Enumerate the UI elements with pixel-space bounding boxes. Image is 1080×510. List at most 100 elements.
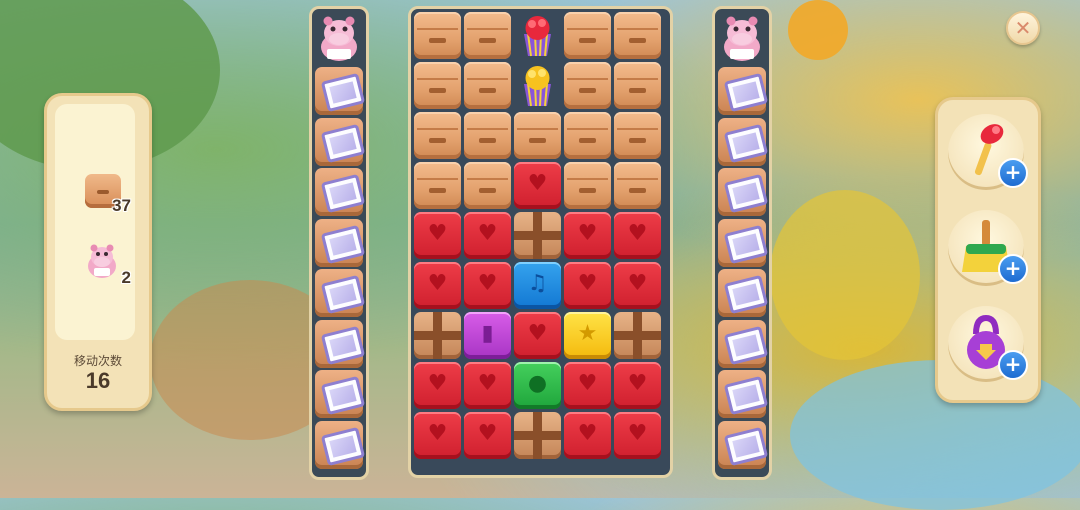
crate-plank (467, 128, 508, 130)
envelope-block-icon (320, 123, 366, 163)
wooden-crate-block[interactable] (564, 12, 611, 59)
envelope-block-icon (320, 426, 366, 466)
cupcake-item[interactable] (514, 12, 561, 59)
background-lamp (788, 0, 848, 60)
wooden-crate-block[interactable] (464, 162, 511, 209)
red-block[interactable]: ♥ (414, 212, 461, 259)
crate-handle (579, 138, 596, 143)
red-block[interactable]: ♥ (614, 412, 661, 459)
green-block[interactable]: ● (514, 362, 561, 409)
crate-plank (617, 178, 658, 180)
crate-plank (517, 128, 558, 130)
red-symbol-icon: ♥ (627, 271, 648, 296)
crate-handle (579, 88, 596, 93)
crate-plank (617, 128, 658, 130)
red-block[interactable]: ♥ (564, 212, 611, 259)
wooden-crate-block[interactable] (564, 162, 611, 209)
red-symbol-icon: ♥ (477, 421, 498, 446)
red-block[interactable]: ♥ (464, 362, 511, 409)
wooden-crate-block[interactable] (564, 112, 611, 159)
goals-list: 37 2 (55, 104, 135, 340)
envelope-crate-cell (315, 117, 366, 166)
hammer-booster-button[interactable]: + (948, 114, 1028, 190)
goal-hippo-count: 2 (121, 268, 131, 287)
red-block[interactable]: ♥ (564, 262, 611, 309)
wooden-crate-block[interactable] (614, 112, 661, 159)
crate-handle (579, 38, 596, 43)
red-block[interactable]: ♥ (414, 362, 461, 409)
red-block[interactable]: ♥ (414, 262, 461, 309)
envelope-block-icon (723, 375, 769, 416)
wooden-crate-block[interactable] (414, 62, 461, 109)
green-symbol-icon: ● (527, 371, 548, 396)
package-block[interactable] (514, 212, 561, 259)
wooden-crate-block[interactable] (514, 112, 561, 159)
goal-hippo: 2 (75, 238, 131, 288)
purple-block[interactable]: ▮ (464, 312, 511, 359)
package-block[interactable] (414, 312, 461, 359)
red-block[interactable]: ♥ (464, 262, 511, 309)
blue-block[interactable]: ♫ (514, 262, 561, 309)
red-block[interactable]: ♥ (414, 412, 461, 459)
moves-counter: 16 (85, 368, 111, 393)
red-symbol-icon: ♥ (427, 271, 448, 296)
blue-symbol-icon: ♫ (527, 271, 548, 296)
red-block[interactable]: ♥ (614, 262, 661, 309)
red-block[interactable]: ♥ (464, 212, 511, 259)
envelope-crate-cell (315, 67, 366, 115)
wooden-crate-block[interactable] (414, 112, 461, 159)
hippo-icon (321, 16, 357, 61)
crate-plank (567, 78, 608, 80)
wooden-crate-block[interactable] (614, 162, 661, 209)
red-symbol-icon: ♥ (577, 271, 598, 296)
envelope-crate-cell (718, 117, 769, 166)
red-block[interactable]: ♥ (464, 412, 511, 459)
close-button[interactable]: ✕ (1006, 11, 1040, 45)
wooden-crate-block[interactable] (564, 62, 611, 109)
red-symbol-icon: ♥ (527, 171, 548, 196)
wooden-crate-block[interactable] (614, 12, 661, 59)
envelope-crate-cell (718, 420, 769, 469)
red-block[interactable]: ♥ (514, 162, 561, 209)
red-symbol-icon: ♥ (577, 371, 598, 396)
wooden-crate-block[interactable] (464, 112, 511, 159)
add-broom-icon[interactable]: + (998, 254, 1028, 284)
envelope-crate-cell (315, 269, 366, 317)
envelope-crate-cell (718, 269, 769, 317)
red-block[interactable]: ♥ (564, 412, 611, 459)
wooden-crate-block[interactable] (414, 162, 461, 209)
crate-handle (479, 138, 496, 143)
red-symbol-icon: ♥ (627, 421, 648, 446)
kettlebell-booster-button[interactable]: + (948, 306, 1028, 382)
red-symbol-icon: ♥ (477, 371, 498, 396)
crate-handle (479, 88, 496, 93)
goal-crate: 37 (75, 166, 131, 216)
wooden-crate-block[interactable] (614, 62, 661, 109)
crate-plank (617, 78, 658, 80)
package-block[interactable] (514, 412, 561, 459)
crate-handle (479, 38, 496, 43)
add-kettlebell-icon[interactable]: + (998, 350, 1028, 380)
crate-plank (417, 178, 458, 180)
game-board[interactable]: ♥ ♥ ♥ ♥ ♥ ♥ ♥ ♫ ♥ ♥ ▮ ♥ ★ ♥ ♥ ● ♥ ♥ ♥ ♥ ♥ ♥ (408, 6, 673, 478)
red-block[interactable]: ♥ (614, 362, 661, 409)
envelope-block-icon (723, 274, 769, 315)
right-hippo-column (712, 6, 772, 480)
envelope-crate-cell (718, 319, 769, 368)
red-block[interactable]: ♥ (514, 312, 561, 359)
cupcake-item[interactable] (514, 62, 561, 109)
wooden-crate-block[interactable] (464, 12, 511, 59)
moves-label: 移动次数 (73, 354, 122, 368)
wooden-crate-block[interactable] (464, 62, 511, 109)
envelope-crate-cell (315, 319, 366, 368)
package-block[interactable] (614, 312, 661, 359)
crate-handle (479, 188, 496, 193)
crate-handle (629, 138, 646, 143)
envelope-crate-cell (718, 168, 769, 216)
wooden-crate-block[interactable] (414, 12, 461, 59)
red-block[interactable]: ♥ (614, 212, 661, 259)
add-hammer-icon[interactable]: + (998, 158, 1028, 188)
red-block[interactable]: ♥ (564, 362, 611, 409)
yellow-block[interactable]: ★ (564, 312, 611, 359)
broom-booster-button[interactable]: + (948, 210, 1028, 286)
